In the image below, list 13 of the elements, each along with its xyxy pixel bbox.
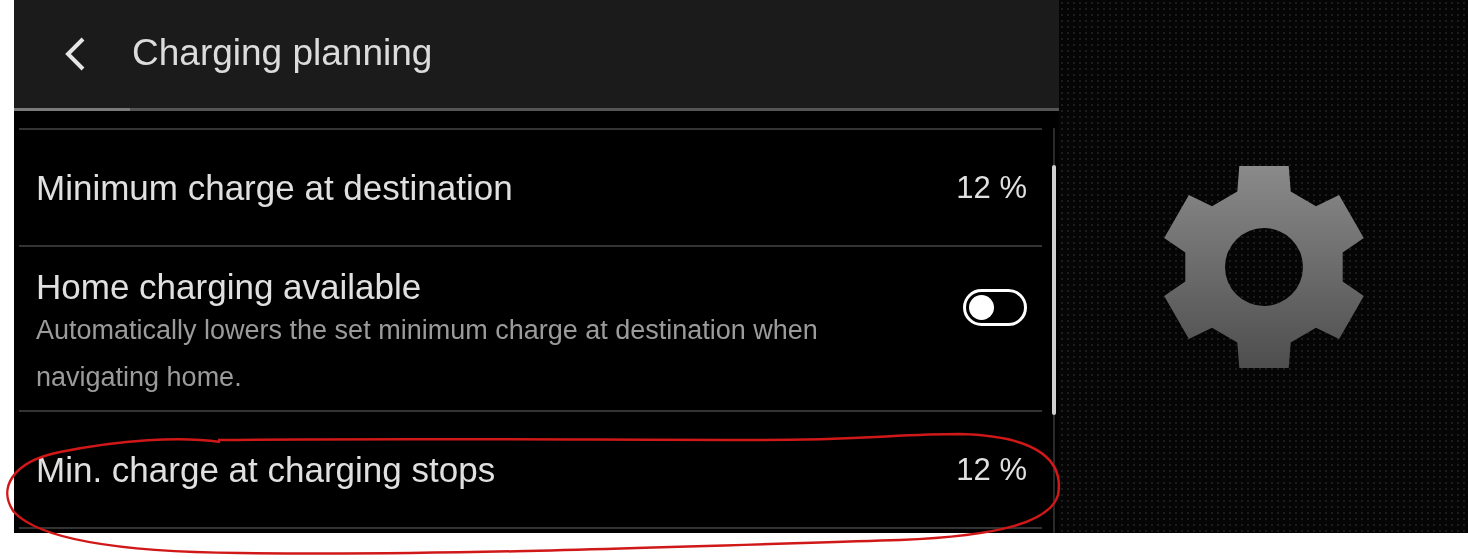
toggle-switch[interactable] [963, 289, 1027, 326]
setting-row[interactable]: Min. charge at charging stops 12 % [19, 412, 1042, 529]
setting-row[interactable]: Home charging available Automatically lowers the set minimum charge at destination when navigating home. [19, 247, 1042, 412]
setting-row[interactable]: Minimum charge at destination 12 % [19, 130, 1042, 247]
page-title: Charging planning [132, 32, 433, 75]
setting-value: 12 % [956, 169, 1027, 206]
setting-label: Home charging available [36, 267, 423, 307]
setting-label: Min. charge at charging stops [36, 449, 497, 490]
back-button[interactable] [63, 36, 87, 72]
back-chevron-icon [63, 36, 87, 72]
setting-value: 12 % [956, 451, 1027, 488]
setting-description: Automatically lowers the set minimum charge at destination when navigating home. [36, 314, 819, 394]
setting-label: Minimum charge at destination [36, 167, 514, 208]
